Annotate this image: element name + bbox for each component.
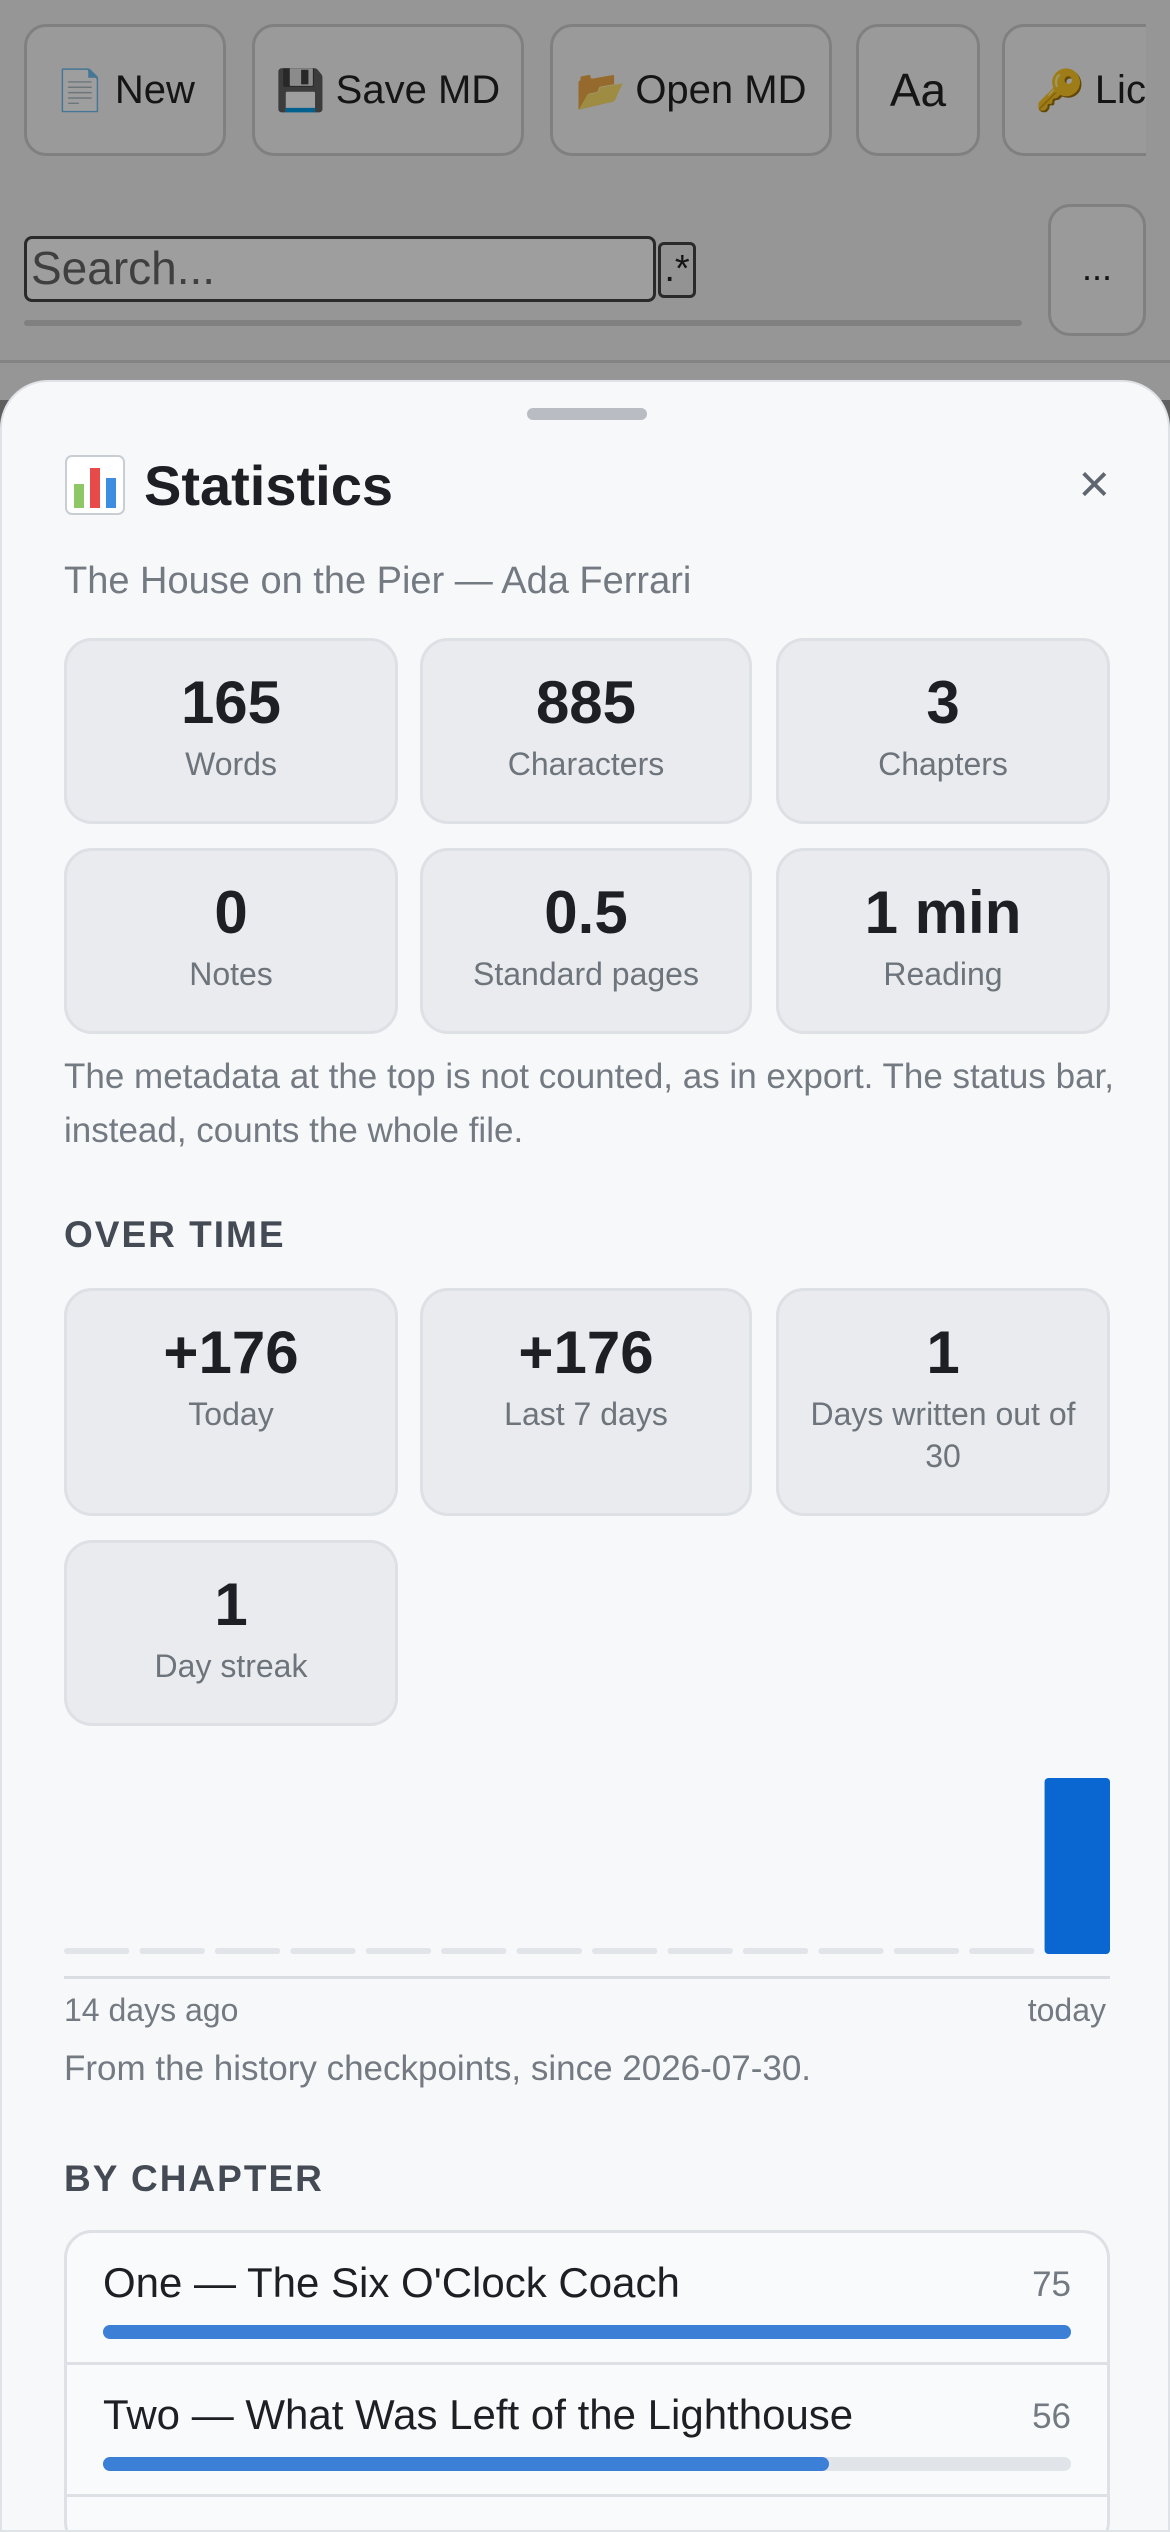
- stat-card-last-7-days: +176 Last 7 days: [420, 1288, 752, 1516]
- by-chapter-heading: BY CHAPTER: [64, 2158, 324, 2199]
- axis-label-end: today: [1027, 1992, 1106, 2028]
- chart-bar-13: [1044, 1778, 1110, 1954]
- stat-label: Notes: [189, 956, 273, 992]
- chart-bar-7: [592, 1948, 658, 1954]
- stat-label: Reading: [883, 956, 1003, 992]
- stat-label: Day streak: [154, 1648, 308, 1684]
- chapter-progress-bar: [103, 2325, 1071, 2339]
- stat-card-day-streak: 1 Day streak: [64, 1540, 398, 1726]
- chart-bar-8: [667, 1948, 733, 1954]
- stat-card-reading: 1 min Reading: [776, 848, 1110, 1034]
- stat-value: +176: [518, 1319, 654, 1386]
- stat-value: 1: [214, 1571, 248, 1638]
- chapter-progress-track: [103, 2457, 1071, 2471]
- chart-bar-2: [214, 1948, 281, 1954]
- stat-label: Words: [185, 746, 277, 782]
- chart-bar-1: [139, 1948, 205, 1954]
- chart-bar-4: [365, 1948, 432, 1954]
- statistics-sheet: Statistics × The House on the Pier — Ada…: [0, 380, 1170, 2532]
- bar-chart-icon: [64, 454, 126, 516]
- chapter-row[interactable]: Two — What Was Left of the Lighthouse 56: [67, 2365, 1107, 2497]
- stat-value: 1: [926, 1319, 960, 1386]
- chapter-list: One — The Six O'Clock Coach 75 Two — Wha…: [64, 2230, 1110, 2530]
- chart-bar-9: [742, 1948, 809, 1954]
- stat-card-chapters: 3 Chapters: [776, 638, 1110, 824]
- chapter-title: One — The Six O'Clock Coach: [103, 2259, 680, 2306]
- stat-value: 1 min: [864, 879, 1022, 946]
- over-time-heading: OVER TIME: [64, 1214, 286, 1255]
- stat-card-notes: 0 Notes: [64, 848, 398, 1034]
- chart-bar-12: [969, 1948, 1035, 1954]
- stat-card-words: 165 Words: [64, 638, 398, 824]
- close-icon[interactable]: ×: [1078, 454, 1110, 514]
- stat-label: Chapters: [878, 746, 1008, 782]
- stat-label: Characters: [507, 746, 665, 782]
- chart-bar-3: [290, 1948, 356, 1954]
- chart-bar-0: [64, 1948, 130, 1954]
- stat-value: 885: [535, 669, 637, 736]
- stat-value: 3: [926, 669, 960, 736]
- stat-card-days-written: 1 Days written out of 30: [776, 1288, 1110, 1516]
- history-note: From the history checkpoints, since 2026…: [64, 2049, 812, 2088]
- stat-card-standard-pages: 0.5 Standard pages: [420, 848, 752, 1034]
- stat-card-characters: 885 Characters: [420, 638, 752, 824]
- chapter-word-count: 56: [1032, 2397, 1071, 2436]
- daily-words-chart: [64, 1778, 1110, 1954]
- chart-bar-10: [818, 1948, 884, 1954]
- stat-label: Standard pages: [473, 956, 699, 992]
- stat-value: 165: [180, 669, 282, 736]
- chapter-word-count: 75: [1032, 2265, 1071, 2304]
- stat-value: 0: [214, 879, 248, 946]
- stat-label: Days written out of 30: [810, 1396, 1076, 1474]
- sheet-header: Statistics: [64, 450, 393, 520]
- stat-value: 0.5: [544, 879, 628, 946]
- chart-bar-5: [441, 1948, 507, 1954]
- metadata-note: The metadata at the top is not counted, …: [64, 1057, 1114, 1150]
- stat-label: Last 7 days: [504, 1396, 668, 1432]
- stat-value: +176: [163, 1319, 299, 1386]
- chart-bar-6: [516, 1948, 582, 1954]
- drag-handle[interactable]: [527, 408, 647, 420]
- stat-card-today: +176 Today: [64, 1288, 398, 1516]
- chart-bar-11: [893, 1948, 960, 1954]
- chapter-progress-track: [103, 2325, 1071, 2339]
- document-subtitle: The House on the Pier — Ada Ferrari: [64, 560, 692, 602]
- chart-baseline: [64, 1976, 1110, 1979]
- sheet-title: Statistics: [144, 453, 393, 517]
- chapter-title: Two — What Was Left of the Lighthouse: [103, 2391, 854, 2438]
- stat-label: Today: [188, 1396, 274, 1432]
- axis-label-start: 14 days ago: [64, 1992, 239, 2028]
- chapter-progress-bar: [103, 2457, 829, 2471]
- chapter-row[interactable]: One — The Six O'Clock Coach 75: [67, 2233, 1107, 2365]
